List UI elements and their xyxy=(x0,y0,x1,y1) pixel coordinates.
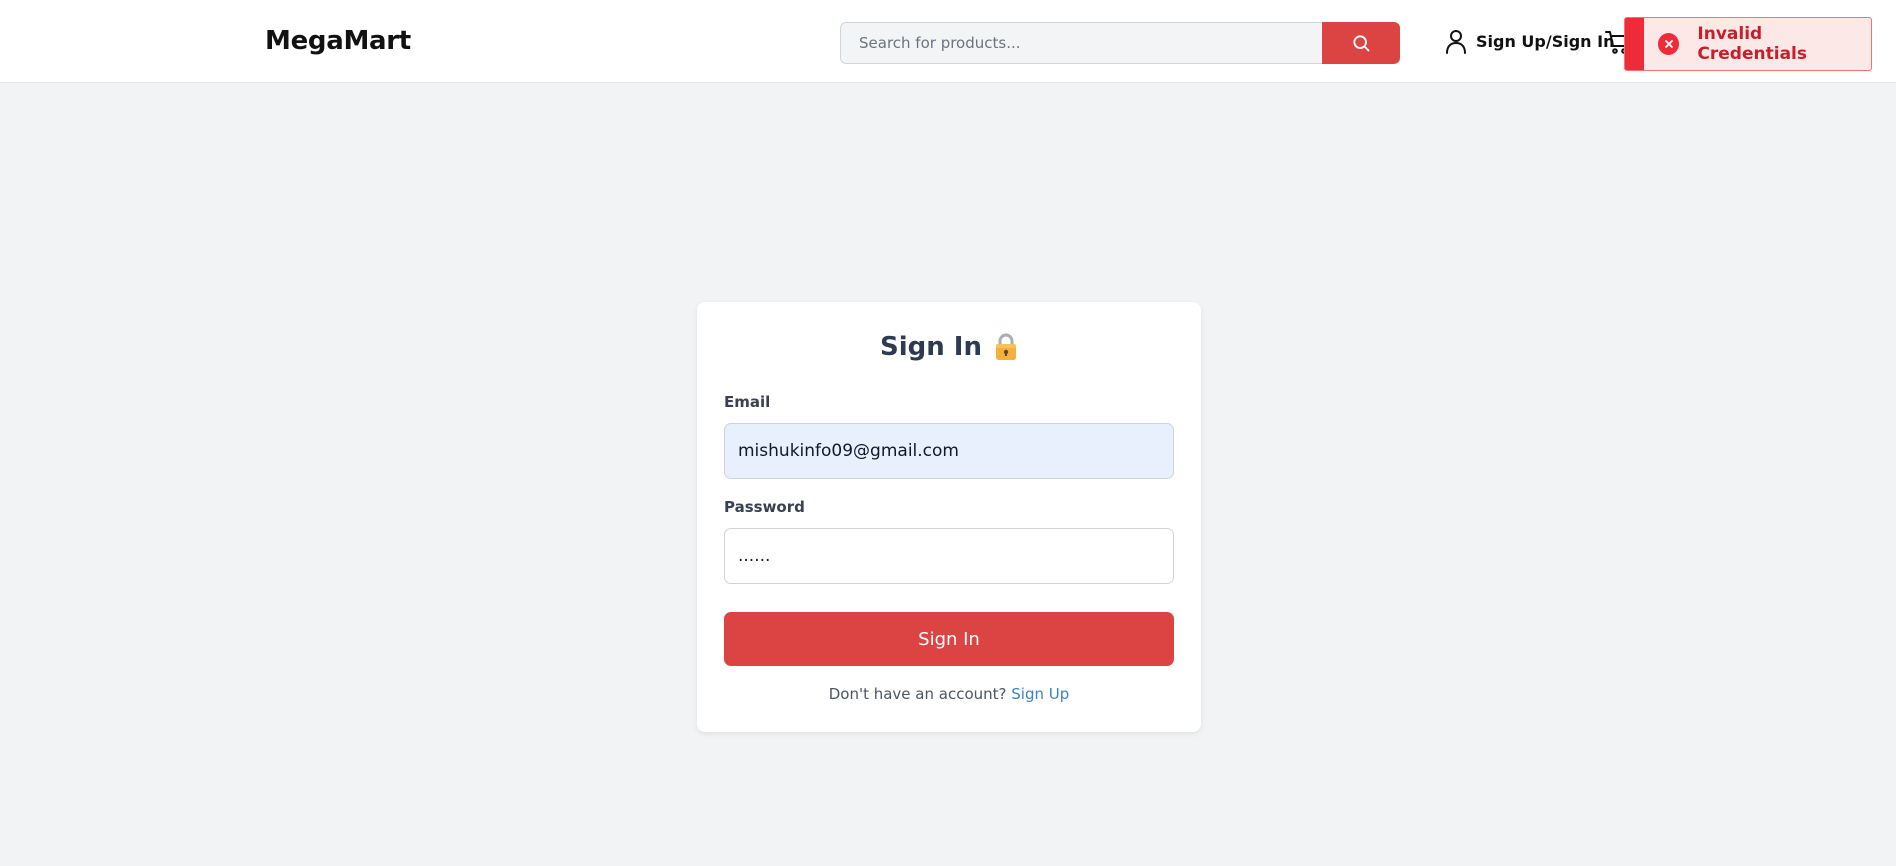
email-label: Email xyxy=(724,393,771,411)
sign-up-link[interactable]: Sign Up xyxy=(1011,685,1069,703)
account-label: Sign Up/Sign In xyxy=(1476,31,1615,51)
user-icon xyxy=(1446,30,1466,54)
logo[interactable]: MegaMart xyxy=(265,26,411,56)
toast-accent-bar xyxy=(1625,18,1645,70)
signup-prompt-text: Don't have an account? xyxy=(828,685,1007,703)
sign-in-card: Sign In Email Password Sign In Don't hav… xyxy=(697,302,1201,732)
error-icon xyxy=(1658,33,1680,55)
signup-prompt: Don't have an account? Sign Up xyxy=(697,685,1201,703)
password-label: Password xyxy=(724,498,805,516)
search-button[interactable] xyxy=(1322,22,1400,64)
search-bar xyxy=(840,22,1400,64)
toast-message: Invalid Credentials xyxy=(1697,24,1807,64)
search-input[interactable] xyxy=(840,22,1322,64)
sign-in-button[interactable]: Sign In xyxy=(724,612,1174,666)
search-icon xyxy=(1353,35,1370,52)
page-title-text: Sign In xyxy=(880,332,982,362)
email-field[interactable] xyxy=(724,423,1174,479)
page-title: Sign In xyxy=(697,332,1201,362)
error-toast[interactable]: Invalid Credentials xyxy=(1624,17,1872,71)
lock-icon xyxy=(996,333,1016,360)
account-link[interactable]: Sign Up/Sign In xyxy=(1444,28,1614,54)
top-navbar: MegaMart Sign Up/Sign In xyxy=(0,0,1896,83)
password-field[interactable] xyxy=(724,528,1174,584)
